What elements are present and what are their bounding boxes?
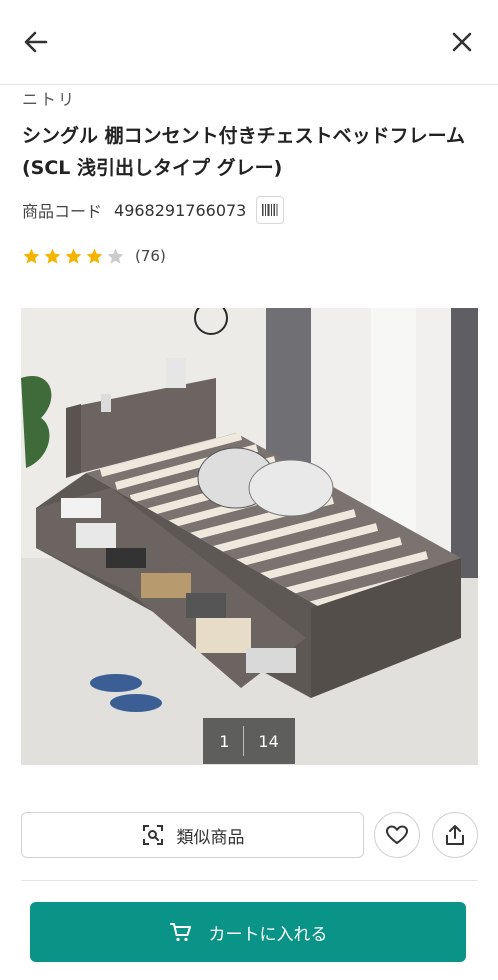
arrow-left-icon <box>24 31 48 53</box>
star-filled-icon <box>23 248 40 264</box>
rating[interactable]: (76) <box>22 244 166 268</box>
product-code-value: 4968291766073 <box>114 200 247 220</box>
header-divider <box>0 84 498 85</box>
brand-name: ニトリ <box>22 90 77 109</box>
product-code-row: 商品コード 4968291766073 <box>22 196 285 224</box>
favorite-button[interactable] <box>374 812 420 858</box>
star-filled-icon <box>86 248 103 264</box>
share-icon <box>446 825 464 845</box>
gallery-pager: 1 14 <box>203 718 295 764</box>
share-button[interactable] <box>432 812 478 858</box>
barcode-icon <box>262 204 278 216</box>
barcode-button[interactable] <box>256 196 285 224</box>
close-icon <box>452 32 472 52</box>
cart-icon <box>169 920 193 944</box>
footer-divider <box>21 880 478 881</box>
product-code-label: 商品コード <box>22 202 103 221</box>
add-to-cart-label: カートに入れる <box>208 924 328 945</box>
gallery-current-index: 1 <box>219 731 230 751</box>
pager-divider <box>243 726 245 756</box>
top-bar <box>0 0 498 84</box>
star-empty-icon <box>107 248 124 264</box>
add-to-cart-button[interactable]: カートに入れる <box>30 902 466 962</box>
close-button[interactable] <box>442 22 482 62</box>
image-search-icon <box>141 823 165 847</box>
similar-products-button[interactable]: 類似商品 <box>21 812 364 858</box>
heart-icon <box>386 825 408 844</box>
star-filled-icon <box>44 248 61 264</box>
similar-products-label: 類似商品 <box>176 827 245 848</box>
bed-photo-illustration <box>21 308 478 765</box>
gallery-total-count: 14 <box>258 731 279 751</box>
product-image[interactable] <box>21 308 478 765</box>
review-count: (76) <box>135 247 166 265</box>
star-filled-icon <box>65 248 82 264</box>
back-button[interactable] <box>16 22 56 62</box>
product-title: シングル 棚コンセント付きチェストベッドフレーム (SCL 浅引出しタイプ グレ… <box>22 125 466 179</box>
